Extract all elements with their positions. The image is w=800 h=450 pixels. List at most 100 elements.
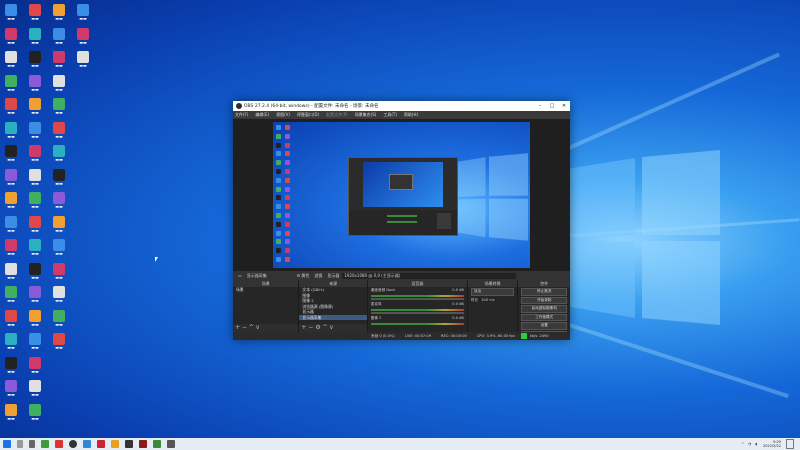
desktop-icon[interactable]: ▬▬ <box>26 168 44 191</box>
start-icon[interactable] <box>3 440 11 448</box>
desktop-icon[interactable]: ▬▬ <box>26 74 44 97</box>
taskbar-app-icon[interactable] <box>125 440 133 448</box>
settings-button[interactable]: 设置 <box>521 322 567 330</box>
desktop-icon[interactable]: ▬▬ <box>74 4 92 26</box>
desktop-icon[interactable]: ▬▬ <box>26 403 44 426</box>
desktop-icon[interactable]: ▬▬ <box>2 239 20 261</box>
task-view-icon[interactable] <box>29 440 35 448</box>
desktop-icon[interactable]: ▬▬ <box>2 51 20 73</box>
desktop-icon[interactable]: ▬▬ <box>2 215 20 238</box>
desktop-icon[interactable]: ▬▬ <box>2 262 20 285</box>
desktop-icon[interactable]: ▬▬ <box>26 215 44 238</box>
display-select[interactable]: 1920x1080 @ 0,0 (主显示器) <box>342 272 517 279</box>
virtual-camera-button[interactable]: 启动虚拟摄像机 <box>521 305 567 313</box>
menu-file[interactable]: 文件(F) <box>235 112 248 118</box>
desktop-icon[interactable]: ▬▬ <box>2 74 20 97</box>
desktop-icon[interactable]: ▬▬ <box>26 380 44 402</box>
obs-window[interactable]: OBS 27.2.4 (64-bit, windows) - 配置文件: 未命名… <box>233 101 570 340</box>
desktop-icon[interactable]: ▬▬ <box>2 403 20 426</box>
volume-slider[interactable] <box>370 312 464 314</box>
filter-button[interactable]: 滤镜 <box>314 273 322 279</box>
desktop-icon[interactable]: ▬▬ <box>26 333 44 355</box>
desktop-icon[interactable]: ▬▬ <box>26 192 44 214</box>
desktop-icon[interactable]: ▬▬ <box>2 333 20 355</box>
desktop-icon[interactable]: ▬▬ <box>26 262 44 285</box>
chevron-down-icon[interactable]: v <box>330 324 334 331</box>
desktop-icon[interactable]: ▬▬ <box>50 215 68 238</box>
menu-docks[interactable]: 停靠窗口(D) <box>297 112 319 118</box>
desktop-icon[interactable]: ▬▬ <box>2 286 20 308</box>
desktop-icon[interactable]: ▬▬ <box>50 239 68 261</box>
desktop-icon[interactable]: ▬▬ <box>2 27 20 50</box>
desktop-icon[interactable]: ▬▬ <box>50 98 68 120</box>
taskbar-app-icon[interactable] <box>55 440 63 448</box>
desktop-icon[interactable]: ▬▬ <box>2 168 20 191</box>
desktop-icon[interactable]: ▬▬ <box>26 356 44 379</box>
chevron-up-icon[interactable]: ^ <box>741 442 744 446</box>
start-recording-button[interactable]: 开始录制 <box>521 296 567 304</box>
obs-taskbar-icon[interactable] <box>69 440 77 448</box>
desktop-icon[interactable]: ▬▬ <box>26 98 44 120</box>
volume-icon[interactable]: ◖ <box>755 442 757 446</box>
desktop-icon[interactable]: ▬▬ <box>50 27 68 50</box>
taskbar-app-icon[interactable] <box>167 440 175 448</box>
taskbar-app-icon[interactable] <box>41 440 49 448</box>
desktop-icon[interactable]: ▬▬ <box>26 121 44 144</box>
gear-icon[interactable]: ⚙ <box>297 273 301 278</box>
desktop-icon[interactable]: ▬▬ <box>74 27 92 50</box>
desktop-icon[interactable]: ▬▬ <box>2 98 20 120</box>
add-icon[interactable]: + <box>235 324 240 331</box>
taskbar-app-icon[interactable] <box>139 440 147 448</box>
desktop-icon[interactable]: ▬▬ <box>50 262 68 285</box>
desktop-icon[interactable]: ▬▬ <box>50 145 68 167</box>
desktop-icon[interactable]: ▬▬ <box>2 380 20 402</box>
desktop-icon[interactable]: ▬▬ <box>2 4 20 26</box>
desktop-icon[interactable]: ▬▬ <box>50 168 68 191</box>
clock[interactable]: 9:29 2022/5/22 <box>763 440 781 449</box>
desktop-icon[interactable]: ▬▬ <box>26 309 44 332</box>
remove-icon[interactable]: − <box>308 324 313 331</box>
taskbar-app-icon[interactable] <box>153 440 161 448</box>
scene-item[interactable]: 场景 <box>233 287 298 293</box>
desktop-icon[interactable]: ▬▬ <box>2 192 20 214</box>
gear-icon[interactable]: ⚙ <box>315 324 320 331</box>
desktop-icon[interactable]: ▬▬ <box>50 74 68 97</box>
menu-tools[interactable]: 工具(T) <box>383 112 397 118</box>
network-icon[interactable]: ◔ <box>748 442 751 446</box>
desktop-icon[interactable]: ▬▬ <box>26 239 44 261</box>
remove-icon[interactable]: − <box>242 324 247 331</box>
minimize-button[interactable]: – <box>534 103 546 109</box>
desktop-icon[interactable]: ▬▬ <box>26 27 44 50</box>
close-button[interactable]: ✕ <box>558 103 570 109</box>
duration-input[interactable]: 300 ms <box>479 297 497 302</box>
desktop-icon[interactable]: ▬▬ <box>2 121 20 144</box>
desktop-icon[interactable]: ▬▬ <box>50 286 68 308</box>
desktop-icon[interactable]: ▬▬ <box>50 4 68 26</box>
chevron-up-icon[interactable]: ^ <box>249 324 254 331</box>
search-icon[interactable] <box>17 440 23 448</box>
desktop-icon[interactable]: ▬▬ <box>50 192 68 214</box>
transition-select[interactable]: 淡出 <box>470 288 515 296</box>
add-icon[interactable]: + <box>301 324 306 331</box>
source-item[interactable]: 显示器采集 <box>299 314 367 320</box>
notification-icon[interactable] <box>786 439 794 449</box>
menu-profile[interactable]: 配置文件(P) <box>326 112 348 118</box>
desktop-icon[interactable]: ▬▬ <box>50 51 68 73</box>
taskbar-app-icon[interactable] <box>111 440 119 448</box>
desktop-icon[interactable]: ▬▬ <box>50 309 68 332</box>
stop-streaming-button[interactable]: 停止推流 <box>521 288 567 296</box>
desktop-icon[interactable]: ▬▬ <box>26 145 44 167</box>
properties-button[interactable]: 属性 <box>301 273 309 279</box>
chevron-up-icon[interactable]: ^ <box>323 324 328 331</box>
desktop-icon[interactable]: ▬▬ <box>2 356 20 379</box>
menu-edit[interactable]: 编辑(E) <box>255 112 269 118</box>
taskbar-app-icon[interactable] <box>83 440 91 448</box>
menu-help[interactable]: 帮助(H) <box>404 112 418 118</box>
studio-mode-button[interactable]: 工作室模式 <box>521 313 567 321</box>
maximize-button[interactable]: □ <box>546 103 558 109</box>
desktop-icon[interactable]: ▬▬ <box>50 333 68 355</box>
chevron-down-icon[interactable]: v <box>256 324 260 331</box>
desktop-icon[interactable]: ▬▬ <box>50 121 68 144</box>
desktop-icon[interactable]: ▬▬ <box>26 4 44 26</box>
desktop-icon[interactable]: ▬▬ <box>26 286 44 308</box>
